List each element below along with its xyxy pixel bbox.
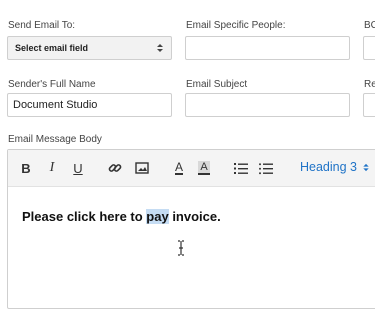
ordered-list-icon xyxy=(234,162,248,174)
reply-to-label: Re xyxy=(364,79,375,90)
bullet-list-button[interactable] xyxy=(258,159,274,177)
sender-full-name-input[interactable]: Document Studio xyxy=(7,93,172,117)
heading-select-value: Heading 3 xyxy=(300,160,357,174)
heading-select[interactable]: Heading 3 xyxy=(300,160,370,174)
underline-button[interactable]: U xyxy=(70,159,86,177)
italic-button[interactable]: I xyxy=(44,159,60,177)
bold-button[interactable]: B xyxy=(18,159,34,177)
editor-toolbar: B I U A A Heading 3 xyxy=(8,150,375,187)
font-color-icon: A xyxy=(174,160,183,175)
highlight-icon: A xyxy=(198,161,210,175)
email-subject-input[interactable] xyxy=(185,93,350,117)
image-button[interactable] xyxy=(134,159,150,177)
email-specific-people-label: Email Specific People: xyxy=(186,20,286,31)
chevron-updown-icon xyxy=(363,163,370,172)
image-icon xyxy=(135,162,149,174)
bcc-label: BC xyxy=(364,20,375,31)
text-cursor-icon xyxy=(178,240,184,256)
bullet-list-icon xyxy=(259,162,273,174)
rich-text-editor[interactable]: B I U A A Heading 3 Please click here to… xyxy=(7,149,375,309)
font-color-button[interactable]: A xyxy=(171,159,187,177)
email-specific-people-input[interactable] xyxy=(185,36,350,60)
sender-full-name-label: Sender's Full Name xyxy=(8,79,96,90)
link-icon xyxy=(108,164,122,172)
highlight-button[interactable]: A xyxy=(196,159,212,177)
chevron-updown-icon xyxy=(157,44,163,52)
editor-content[interactable]: Please click here to pay invoice. xyxy=(22,209,221,224)
content-text-after: invoice. xyxy=(168,209,221,224)
selected-text: pay xyxy=(146,209,169,224)
send-email-to-select[interactable]: Select email field xyxy=(7,36,172,60)
send-email-to-value: Select email field xyxy=(15,43,89,53)
bcc-input[interactable] xyxy=(363,36,375,60)
send-email-to-label: Send Email To: xyxy=(8,20,76,31)
reply-to-input[interactable] xyxy=(363,93,375,117)
email-subject-label: Email Subject xyxy=(186,79,248,90)
ordered-list-button[interactable] xyxy=(233,159,249,177)
email-message-body-label: Email Message Body xyxy=(8,134,102,145)
link-button[interactable] xyxy=(107,159,123,177)
content-text-before: Please click here to xyxy=(22,209,147,224)
